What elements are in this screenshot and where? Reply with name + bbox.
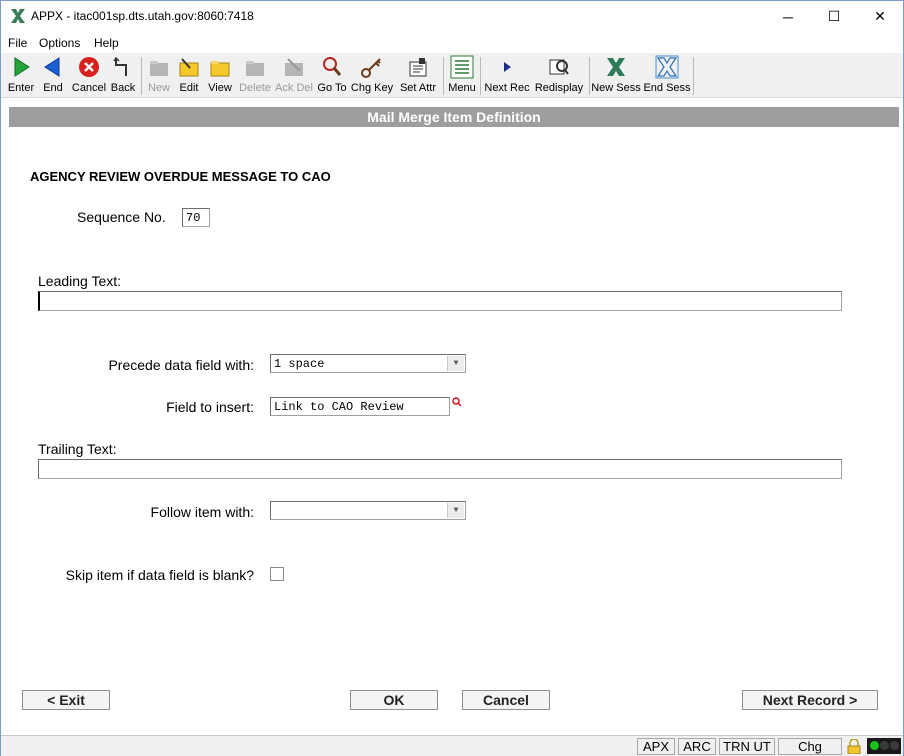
new-folder-icon [150, 61, 168, 76]
toolbar-separator [480, 57, 481, 95]
precede-select[interactable]: 1 space ▼ [270, 354, 466, 373]
end-button[interactable]: End [39, 55, 67, 95]
magnifier-icon [323, 57, 342, 76]
follow-select[interactable]: ▼ [270, 501, 466, 520]
sequence-label: Sequence No. [77, 209, 166, 225]
end-arrow-icon [44, 57, 60, 77]
back-button[interactable]: Back [109, 55, 137, 95]
field-insert-field[interactable]: Link to CAO Review [270, 397, 450, 416]
status-chg: Chg [778, 738, 842, 755]
new-session-icon [607, 58, 625, 76]
redisplay-button[interactable]: Redisplay [534, 55, 584, 95]
status-bar: APX ARC TRN UT Chg [1, 735, 903, 756]
go-to-button[interactable]: Go To [316, 55, 348, 95]
menu-options[interactable]: Options [39, 36, 80, 50]
leading-text-field[interactable] [38, 291, 842, 311]
field-insert-label: Field to insert: [166, 399, 254, 415]
precede-label: Precede data field with: [108, 357, 254, 373]
enter-arrow-icon [14, 57, 30, 77]
chevron-down-icon: ▼ [447, 356, 464, 371]
end-sess-button[interactable]: End Sess [643, 55, 691, 95]
next-record-button[interactable]: Next Record > [742, 690, 878, 710]
back-icon [113, 56, 127, 76]
sequence-field[interactable]: 70 [182, 208, 210, 227]
trailing-text-label: Trailing Text: [38, 441, 117, 457]
toolbar-separator [141, 57, 142, 95]
status-trn: TRN UT [719, 738, 775, 755]
ack-delete-icon [285, 58, 303, 76]
title-bar: APPX - itac001sp.dts.utah.gov:8060:7418 … [1, 1, 903, 32]
set-attr-icon [409, 58, 427, 77]
redisplay-icon [549, 59, 569, 75]
cancel-toolbar-button[interactable]: Cancel [71, 55, 107, 95]
skip-checkbox[interactable] [270, 567, 284, 581]
close-button[interactable]: ✕ [857, 1, 903, 32]
edit-folder-icon [179, 58, 199, 77]
new-sess-button[interactable]: New Sess [591, 55, 641, 95]
ok-button[interactable]: OK [350, 690, 438, 710]
chevron-down-icon: ▼ [447, 503, 464, 518]
chg-key-button[interactable]: Chg Key [351, 55, 393, 95]
minimize-button[interactable]: ─ [765, 1, 811, 32]
menu-file[interactable]: File [8, 36, 27, 50]
cancel-icon [79, 57, 99, 77]
app-window: APPX - itac001sp.dts.utah.gov:8060:7418 … [0, 0, 904, 756]
view-button[interactable]: View [206, 55, 234, 95]
cancel-button[interactable]: Cancel [462, 690, 550, 710]
next-rec-button[interactable]: Next Rec [484, 55, 530, 95]
key-icon [361, 58, 381, 78]
traffic-light-icon [867, 738, 901, 754]
follow-label: Follow item with: [150, 504, 254, 520]
appx-x-icon [11, 9, 25, 23]
delete-button[interactable]: Delete [237, 55, 273, 95]
set-attr-button[interactable]: Set Attr [397, 55, 439, 95]
window-title: APPX - itac001sp.dts.utah.gov:8060:7418 [31, 9, 254, 23]
menu-help[interactable]: Help [94, 36, 119, 50]
status-apx: APX [637, 738, 675, 755]
trailing-text-field[interactable] [38, 459, 842, 479]
toolbar-separator [693, 57, 694, 95]
menu-list-icon [450, 55, 474, 79]
end-session-icon [655, 55, 679, 79]
view-folder-icon [210, 61, 230, 77]
skip-label: Skip item if data field is blank? [65, 567, 254, 583]
menu-button[interactable]: Menu [447, 55, 477, 95]
delete-folder-icon [246, 61, 264, 76]
record-heading: AGENCY REVIEW OVERDUE MESSAGE TO CAO [30, 169, 331, 184]
lock-icon [847, 739, 861, 754]
new-button[interactable]: New [145, 55, 173, 95]
maximize-button[interactable]: ☐ [811, 1, 857, 32]
menu-bar: File Options Help [1, 33, 903, 53]
form-header: Mail Merge Item Definition [9, 107, 899, 127]
next-record-icon [504, 62, 511, 72]
leading-text-label: Leading Text: [38, 273, 122, 289]
precede-select-value: 1 space [274, 357, 325, 371]
enter-button[interactable]: Enter [6, 55, 36, 95]
exit-button[interactable]: < Exit [22, 690, 110, 710]
toolbar: Enter End Cancel Back New Edit View Dele… [1, 53, 903, 98]
lookup-search-icon[interactable] [452, 397, 462, 407]
edit-button[interactable]: Edit [175, 55, 203, 95]
ack-del-button[interactable]: Ack Del [275, 55, 313, 95]
toolbar-separator [443, 57, 444, 95]
toolbar-separator [589, 57, 590, 95]
status-arc: ARC [678, 738, 716, 755]
